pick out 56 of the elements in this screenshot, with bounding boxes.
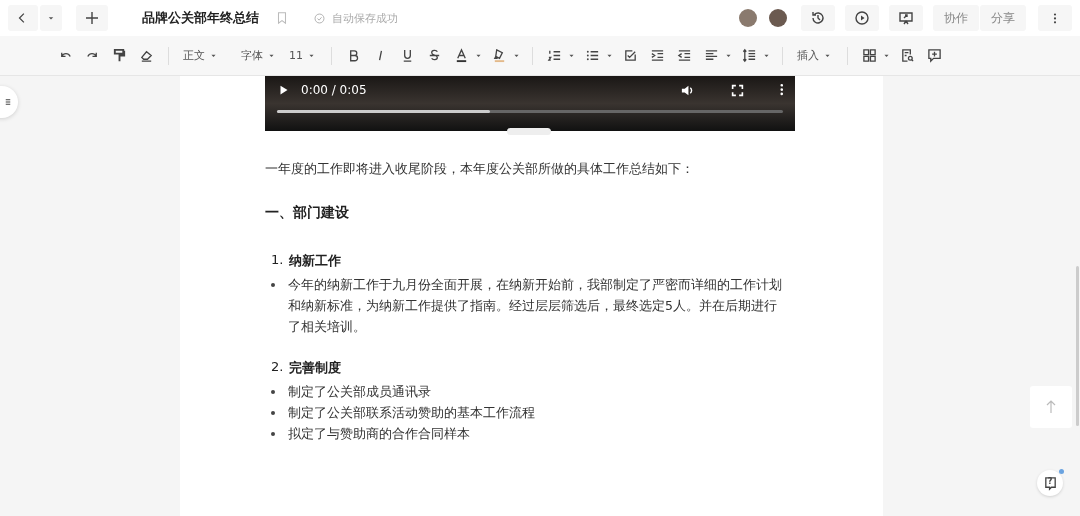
bullet-icon — [271, 411, 275, 415]
list-heading: 完善制度 — [289, 359, 342, 377]
document-search-icon — [900, 48, 915, 63]
eraser-icon — [139, 48, 154, 63]
avatar[interactable] — [769, 9, 787, 27]
list-item: 制定了公关部成员通讯录 — [288, 383, 432, 401]
toolbar-button[interactable]: 分享 — [980, 5, 1026, 31]
list-item: 今年的纳新工作于九月份全面开展，在纳新开始前，我部制定了严密而详细的工作计划和纳新标准，为纳新工作提供了指南。经过层层筛选后，最终选定5人。并在后期进行了相关培训。 — [288, 276, 783, 336]
resize-handle[interactable] — [507, 128, 551, 135]
more-icon — [1053, 11, 1057, 25]
list-heading: 纳新工作 — [289, 252, 342, 270]
play-button[interactable] — [845, 5, 879, 31]
present-button[interactable] — [889, 5, 923, 31]
document-title: 品牌公关部年终总结 — [142, 9, 259, 27]
plus-icon — [84, 10, 100, 26]
font-color-icon — [454, 48, 469, 63]
insert-dropdown[interactable]: 插入 — [793, 42, 837, 69]
list-item: 制定了公关部联系活动赞助的基本工作流程 — [288, 404, 536, 422]
history-icon — [810, 10, 826, 26]
presentation-icon — [898, 10, 914, 26]
comment-add-icon — [927, 48, 942, 63]
align-icon — [704, 48, 719, 63]
bullet-list-icon — [585, 48, 600, 63]
list-number: 2. — [271, 359, 284, 376]
font-size-dropdown[interactable]: 11 — [285, 42, 321, 69]
speech-bubble-icon — [1042, 475, 1058, 491]
line-height-icon — [742, 48, 757, 63]
paragraph: 一年度的工作即将进入收尾阶段，本年度公关部所做的具体工作总结如下： — [265, 161, 695, 178]
help-button[interactable]: ? — [1037, 470, 1063, 496]
format-painter-icon — [112, 48, 127, 63]
font-dropdown[interactable]: 字体 — [237, 42, 281, 69]
bullet-icon — [271, 390, 275, 394]
check-circle-icon — [313, 11, 326, 25]
avatar[interactable] — [739, 9, 757, 27]
section-heading: 一、部门建设 — [265, 204, 350, 222]
more-icon[interactable] — [779, 84, 783, 96]
bullet-icon — [271, 432, 275, 436]
strikethrough-icon — [427, 48, 442, 63]
history-button[interactable] — [801, 5, 835, 31]
style-dropdown[interactable]: 正文 — [179, 42, 223, 69]
bullet-icon — [271, 283, 275, 287]
save-status: 自动保存成功 — [332, 10, 398, 26]
highlighter-icon — [492, 48, 507, 63]
list-item: 拟定了与赞助商的合作合同样本 — [288, 425, 471, 443]
numbered-list-icon — [547, 48, 562, 63]
indent-icon — [650, 48, 665, 63]
checklist-icon — [623, 48, 638, 63]
list-number: 1. — [271, 252, 284, 269]
back-button[interactable] — [8, 5, 38, 31]
grid-icon — [862, 48, 877, 63]
toolbar-button[interactable]: 协作 — [933, 5, 979, 31]
fullscreen-icon[interactable] — [730, 83, 744, 97]
video-time: 0:00 / 0:05 — [301, 83, 368, 97]
new-button[interactable] — [76, 5, 108, 31]
outdent-icon — [677, 48, 692, 63]
play-icon — [854, 10, 870, 26]
